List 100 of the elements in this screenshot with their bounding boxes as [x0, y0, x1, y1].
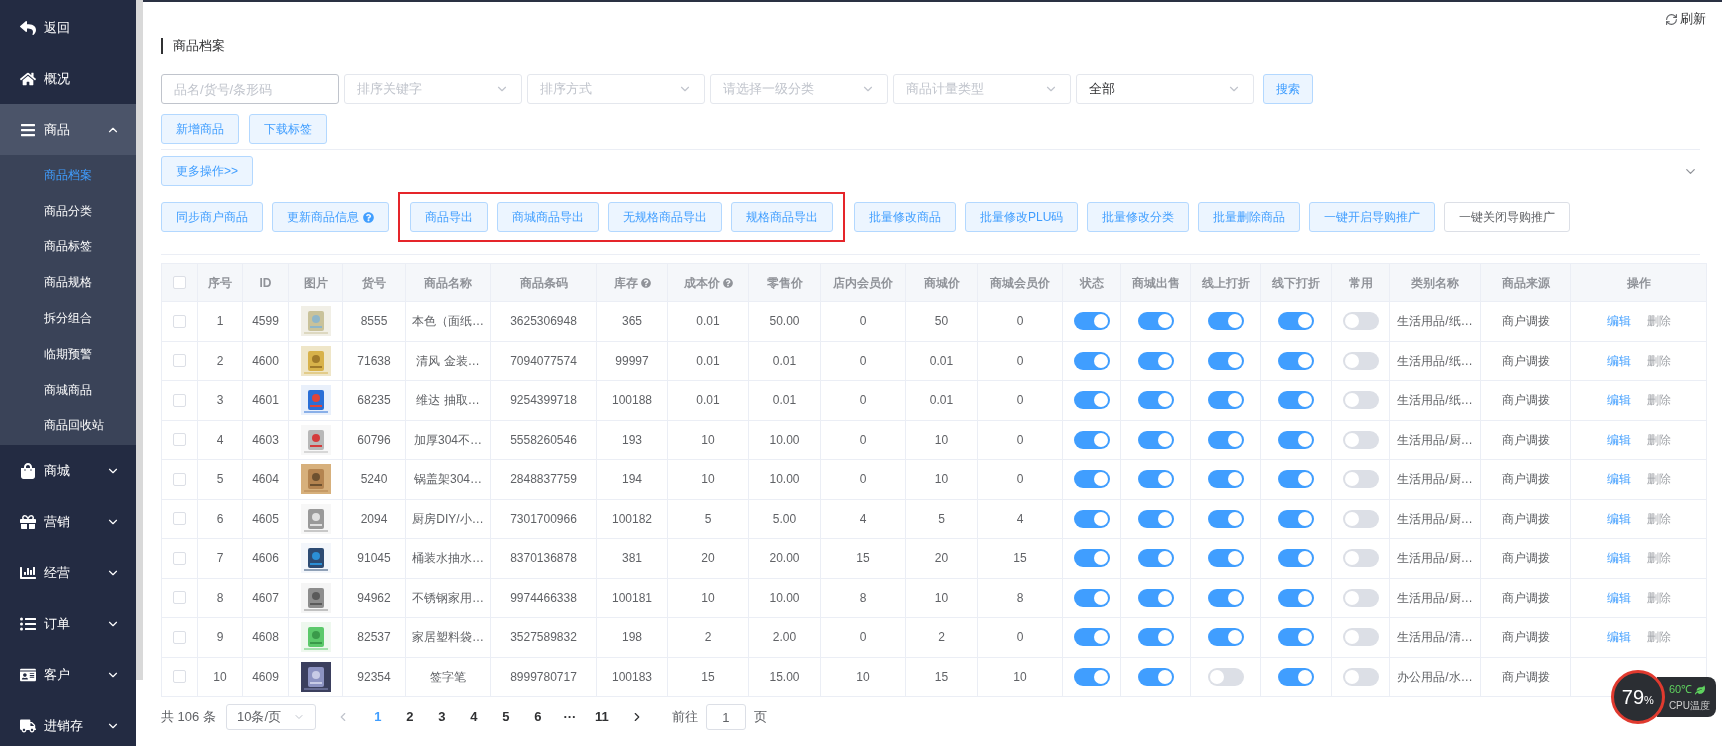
toolbar-button[interactable]: 批量修改PLU码 [965, 202, 1079, 232]
toggle-switch[interactable] [1342, 430, 1379, 449]
page-number[interactable]: 3 [425, 707, 458, 727]
toggle-switch[interactable] [1073, 667, 1110, 686]
page-number[interactable]: 4 [457, 707, 490, 727]
toggle-switch[interactable] [1207, 628, 1244, 647]
refresh-button[interactable]: 刷新 [1665, 8, 1706, 30]
sidebar-item[interactable]: 商城 [0, 445, 136, 497]
more-actions-button[interactable]: 更多操作>> [161, 156, 253, 186]
toggle-switch[interactable] [1278, 351, 1314, 370]
delete-link[interactable]: 删除 [1646, 549, 1671, 568]
toggle-switch[interactable] [1207, 470, 1244, 489]
toolbar-button[interactable]: 批量修改分类 [1087, 202, 1190, 232]
delete-link[interactable]: 删除 [1646, 588, 1671, 607]
edit-link[interactable]: 编辑 [1606, 430, 1631, 449]
toggle-switch[interactable] [1278, 430, 1314, 449]
action-button[interactable]: 下载标签 [249, 114, 327, 144]
toggle-switch[interactable] [1278, 391, 1314, 410]
search-button[interactable]: 搜索 [1263, 74, 1313, 104]
toggle-switch[interactable] [1342, 667, 1379, 686]
toggle-switch[interactable] [1278, 549, 1314, 568]
toggle-switch[interactable] [1137, 312, 1174, 331]
toggle-switch[interactable] [1073, 312, 1110, 331]
page-number[interactable]: ··· [553, 707, 586, 727]
page-number[interactable]: 2 [393, 707, 426, 727]
checkbox[interactable] [173, 314, 186, 328]
toggle-switch[interactable] [1137, 470, 1174, 489]
toggle-switch[interactable] [1342, 549, 1379, 568]
toggle-switch[interactable] [1207, 667, 1244, 686]
checkbox[interactable] [173, 472, 186, 486]
page-number[interactable]: 5 [489, 707, 522, 727]
delete-link[interactable]: 删除 [1646, 351, 1671, 370]
delete-link[interactable]: 删除 [1646, 312, 1671, 331]
submenu-item[interactable]: 商品规格 [0, 264, 136, 301]
toolbar-button[interactable]: 批量删除商品 [1198, 202, 1301, 232]
toggle-switch[interactable] [1207, 351, 1244, 370]
delete-link[interactable]: 删除 [1646, 391, 1671, 410]
submenu-item[interactable]: 拆分组合 [0, 300, 136, 336]
toolbar-button[interactable]: 规格商品导出 [731, 202, 833, 232]
sidebar-item[interactable]: 营销 [0, 496, 136, 548]
toggle-switch[interactable] [1137, 391, 1174, 410]
submenu-item[interactable]: 商品回收站 [0, 407, 136, 444]
sidebar-item[interactable]: 返回 [0, 2, 136, 53]
toolbar-button[interactable]: 商城商品导出 [497, 202, 599, 232]
toggle-switch[interactable] [1342, 470, 1379, 489]
toggle-switch[interactable] [1207, 312, 1244, 331]
toggle-switch[interactable] [1137, 351, 1174, 370]
select-field[interactable]: 商品计量类型 [893, 74, 1071, 104]
toggle-switch[interactable] [1207, 391, 1244, 410]
toggle-switch[interactable] [1342, 628, 1379, 647]
toggle-switch[interactable] [1278, 667, 1314, 686]
delete-link[interactable]: 删除 [1646, 430, 1671, 449]
delete-link[interactable]: 删除 [1646, 470, 1671, 489]
toggle-switch[interactable] [1342, 509, 1379, 528]
submenu-item[interactable]: 临期预警 [0, 336, 136, 372]
checkbox[interactable] [173, 551, 186, 565]
page-number[interactable]: 1 [361, 707, 394, 727]
toolbar-button[interactable]: 批量修改商品 [854, 202, 956, 232]
toggle-switch[interactable] [1278, 470, 1314, 489]
toggle-switch[interactable] [1137, 549, 1174, 568]
checkbox[interactable] [173, 512, 186, 526]
toggle-switch[interactable] [1073, 509, 1110, 528]
toggle-switch[interactable] [1207, 430, 1244, 449]
toggle-switch[interactable] [1137, 628, 1174, 647]
toggle-switch[interactable] [1342, 588, 1379, 607]
toggle-switch[interactable] [1073, 470, 1110, 489]
toolbar-button[interactable]: 商品导出 [410, 202, 488, 232]
delete-link[interactable]: 删除 [1646, 509, 1671, 528]
toggle-switch[interactable] [1073, 549, 1110, 568]
select-field[interactable]: 排序方式 [527, 74, 705, 104]
checkbox[interactable] [173, 354, 186, 368]
submenu-item[interactable]: 商城商品 [0, 371, 136, 408]
edit-link[interactable]: 编辑 [1606, 312, 1631, 331]
checkbox[interactable] [173, 276, 186, 289]
toggle-switch[interactable] [1073, 391, 1110, 410]
search-field[interactable]: 品名/货号/条形码 [161, 74, 339, 104]
toggle-switch[interactable] [1278, 588, 1314, 607]
action-button[interactable]: 新增商品 [161, 114, 239, 144]
toggle-switch[interactable] [1278, 312, 1314, 331]
checkbox[interactable] [173, 670, 186, 684]
toggle-switch[interactable] [1278, 628, 1314, 647]
submenu-item[interactable]: 商品分类 [0, 192, 136, 229]
edit-link[interactable]: 编辑 [1606, 470, 1631, 489]
page-size-select[interactable]: 10条/页 [225, 704, 316, 730]
delete-link[interactable]: 删除 [1646, 628, 1671, 647]
toolbar-button[interactable]: 一键关闭导购推广 [1444, 202, 1571, 232]
sidebar-item[interactable]: 概况 [0, 53, 136, 104]
toggle-switch[interactable] [1342, 391, 1379, 410]
submenu-item[interactable]: 商品标签 [0, 228, 136, 265]
toggle-switch[interactable] [1278, 509, 1314, 528]
sidebar-item[interactable]: 经营 [0, 547, 136, 599]
select-field[interactable]: 全部 [1076, 74, 1254, 104]
edit-link[interactable]: 编辑 [1606, 628, 1631, 647]
sidebar-item[interactable]: 进销存 [0, 700, 136, 746]
edit-link[interactable]: 编辑 [1606, 588, 1631, 607]
toggle-switch[interactable] [1207, 509, 1244, 528]
checkbox[interactable] [173, 591, 186, 605]
toggle-switch[interactable] [1207, 549, 1244, 568]
toolbar-button[interactable]: 同步商户商品 [161, 202, 263, 232]
toggle-switch[interactable] [1137, 588, 1174, 607]
